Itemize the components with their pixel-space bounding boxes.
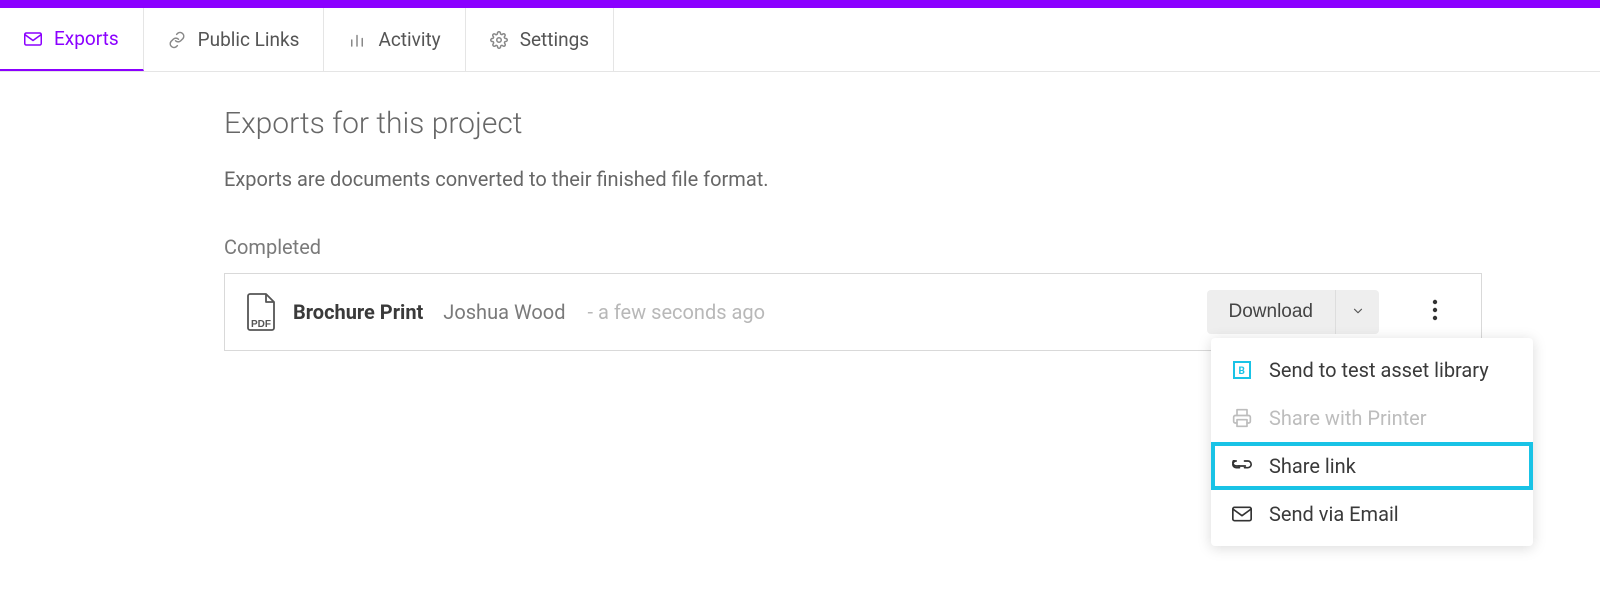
download-button-group: Download xyxy=(1207,290,1380,334)
download-caret-button[interactable] xyxy=(1335,290,1379,334)
pdf-file-icon: PDF xyxy=(243,292,279,332)
menu-item-label: Send to test asset library xyxy=(1269,358,1489,382)
chevron-down-icon xyxy=(1351,304,1365,321)
menu-send-via-email[interactable]: Send via Email xyxy=(1211,490,1533,538)
brand-top-bar xyxy=(0,0,1600,8)
export-row: PDF Brochure Print Joshua Wood - a few s… xyxy=(224,273,1482,351)
menu-share-with-printer[interactable]: Share with Printer xyxy=(1211,394,1533,442)
link2-icon xyxy=(1231,455,1253,477)
more-actions-button[interactable] xyxy=(1415,299,1455,325)
tab-label: Activity xyxy=(378,28,440,51)
export-timestamp: - a few seconds ago xyxy=(587,300,765,324)
tab-activity[interactable]: Activity xyxy=(324,8,465,71)
brand-icon: B xyxy=(1231,359,1253,381)
svg-text:PDF: PDF xyxy=(251,319,271,330)
tab-label: Exports xyxy=(54,27,119,50)
menu-item-label: Send via Email xyxy=(1269,502,1399,526)
menu-share-link[interactable]: Share link xyxy=(1211,442,1533,490)
actions-dropdown: B Send to test asset library Share with … xyxy=(1211,338,1533,546)
main-content: Exports for this project Exports are doc… xyxy=(0,72,1600,351)
tab-public-links[interactable]: Public Links xyxy=(144,8,325,71)
page-title: Exports for this project xyxy=(224,106,1600,141)
mail-icon xyxy=(24,32,42,46)
menu-item-label: Share link xyxy=(1269,454,1356,478)
tab-settings[interactable]: Settings xyxy=(466,8,614,71)
tab-label: Settings xyxy=(520,28,589,51)
gear-icon xyxy=(490,31,508,49)
link-icon xyxy=(168,31,186,49)
page-subtitle: Exports are documents converted to their… xyxy=(224,167,1600,191)
export-author: Joshua Wood xyxy=(443,300,565,324)
export-file-name: Brochure Print xyxy=(293,300,423,324)
tab-exports[interactable]: Exports xyxy=(0,8,144,71)
section-label-completed: Completed xyxy=(224,235,1600,259)
tabs-bar: Exports Public Links Activity Settings xyxy=(0,8,1600,72)
menu-send-to-asset-library[interactable]: B Send to test asset library xyxy=(1211,346,1533,394)
kebab-icon xyxy=(1432,299,1438,325)
printer-icon xyxy=(1231,407,1253,429)
mail-icon xyxy=(1231,503,1253,525)
download-button[interactable]: Download xyxy=(1207,290,1336,334)
svg-text:B: B xyxy=(1239,366,1245,377)
tab-label: Public Links xyxy=(198,28,300,51)
bars-icon xyxy=(348,31,366,49)
menu-item-label: Share with Printer xyxy=(1269,406,1427,430)
